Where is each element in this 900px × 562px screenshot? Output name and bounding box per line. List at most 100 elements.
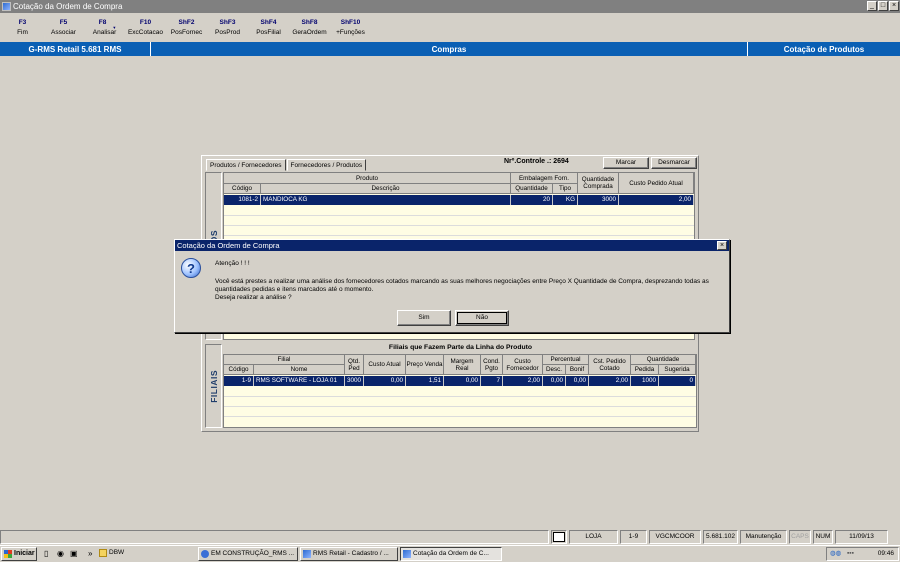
filiais-label-text: FILIAIS: [208, 369, 219, 403]
table-row[interactable]: 1-9 RMS SOFTWARE - LOJA 01 3000 0,00 1,5…: [224, 376, 696, 386]
app-icon: [303, 550, 311, 558]
fkey-shf10-funcoes[interactable]: ShF10 +Funções: [330, 13, 371, 42]
fkey-shf2-posfornec[interactable]: ShF2 PosFornec: [166, 13, 207, 42]
status-user: VGCMCOOR: [649, 530, 701, 544]
header-qtd-ped[interactable]: Qtd. Ped: [345, 355, 364, 375]
header-filial-codigo[interactable]: Código: [224, 365, 254, 375]
header-filial-nome[interactable]: Nome: [254, 365, 345, 375]
fkey-f8-analisar[interactable]: F8Analisar: [84, 13, 125, 42]
grid-line: [224, 235, 694, 236]
close-button[interactable]: ×: [889, 1, 899, 11]
fkey-f10-exccotacao[interactable]: F10 ExcCotacao: [125, 13, 166, 42]
fkey-key: ShF10: [340, 18, 361, 26]
taskbar-item-cotacao[interactable]: Cotação da Ordem de C...: [400, 547, 502, 561]
function-key-toolbar: F3 Fim F5 Associar F8Analisar F10 ExcCotaca…: [0, 13, 900, 42]
fkey-label: PosFilial: [256, 28, 281, 36]
tray-icon[interactable]: ▪▪▪: [847, 548, 854, 560]
fkey-shf3-posprod[interactable]: ShF3 PosProd: [207, 13, 248, 42]
header-custo-pedido[interactable]: Custo Pedido Atual: [619, 173, 694, 194]
fkey-f5-associar[interactable]: F5 Associar: [43, 13, 84, 42]
cell-codigo: 1081-2: [224, 195, 261, 205]
header-quantidade[interactable]: Quantidade: [511, 184, 553, 194]
maximize-button[interactable]: □: [878, 1, 888, 11]
taskbar-item-label: RMS Retail - Cadastro / ...: [313, 550, 389, 557]
tab-produtos-fornecedores[interactable]: Produtos / Fornecedores: [206, 159, 286, 171]
cell-tipo: KG: [553, 195, 578, 205]
app-icon: [403, 550, 411, 558]
document-icon: [553, 532, 565, 542]
grid-line: [224, 225, 694, 226]
header-cst-pedido[interactable]: Cst. Pedido Cotado: [589, 355, 631, 375]
quicklaunch-icon[interactable]: ▣: [70, 549, 78, 558]
fkey-label: PosFornec: [170, 28, 203, 36]
taskbar-item-label: EM CONSTRUÇÃO_RMS ...: [211, 550, 295, 557]
fkey-f3-fim[interactable]: F3 Fim: [2, 13, 43, 42]
window-controls: _ □ ×: [867, 1, 899, 11]
fkey-label: Fim: [17, 28, 28, 36]
grid-line: [224, 416, 696, 417]
folder-dbw[interactable]: DBW: [97, 547, 157, 561]
header-quantidade-group: Quantidade: [631, 355, 696, 365]
header-custo-atual[interactable]: Custo Atual: [364, 355, 406, 375]
header-descricao[interactable]: Descrição: [261, 184, 511, 194]
sim-button[interactable]: Sim: [397, 310, 451, 326]
fkey-key: F5: [59, 18, 68, 26]
header-tipo[interactable]: Tipo: [553, 184, 578, 194]
cell-quantidade: 20: [511, 195, 553, 205]
taskbar-item-rms-cadastro[interactable]: RMS Retail - Cadastro / ...: [300, 547, 398, 561]
chevron-right-icon[interactable]: »: [88, 549, 92, 558]
start-button[interactable]: Iniciar: [1, 547, 37, 561]
cell-sugerida: 0: [659, 376, 696, 386]
header-percentual-group: Percentual: [543, 355, 589, 365]
cell-desc: 0,00: [543, 376, 566, 386]
header-margem-real[interactable]: Margem Real: [444, 355, 481, 375]
dialog-atencao: Atenção ! ! !: [215, 260, 250, 267]
filiais-title: Filiais que Fazem Parte da Linha do Prod…: [388, 344, 533, 351]
quicklaunch-icon[interactable]: ▯: [44, 549, 48, 558]
status-date: 11/09/13: [835, 530, 888, 544]
dialog-message: Você está prestes a realizar uma análise…: [215, 278, 725, 302]
screen-name: Cotação de Produtos: [783, 44, 865, 54]
numero-controle: Nrº.Controle .: 2694: [504, 158, 569, 165]
cell-custo: 2,00: [619, 195, 694, 205]
browser-icon[interactable]: ◉: [57, 549, 64, 558]
fkey-shf4-posfilial[interactable]: ShF4 PosFilial: [248, 13, 289, 42]
fkey-shf8-geraordem[interactable]: ShF8 GeraOrdem: [289, 13, 330, 42]
header-desc[interactable]: Desc.: [543, 365, 566, 375]
taskbar-item-construcao[interactable]: EM CONSTRUÇÃO_RMS ...: [198, 547, 298, 561]
cell-custo-fornecedor: 2,00: [503, 376, 543, 386]
cell-cst-pedido: 2,00: [589, 376, 631, 386]
header-custo-fornecedor[interactable]: Custo Fornecedor: [503, 355, 543, 375]
header-sugerida[interactable]: Sugerida: [659, 365, 696, 375]
header-cond-pgto[interactable]: Cond. Pgto: [481, 355, 503, 375]
desmarcar-button[interactable]: Desmarcar: [651, 157, 697, 169]
fkey-key: ShF2: [178, 18, 195, 26]
header-bonif[interactable]: Bonif: [566, 365, 589, 375]
dialog-message-line2: quantidades pedidas e itens marcados até…: [215, 286, 374, 293]
cell-margem-real: 0,00: [444, 376, 481, 386]
module-name: Compras: [151, 42, 748, 56]
nao-button[interactable]: Não: [455, 310, 509, 326]
fkey-key: F10: [139, 18, 152, 26]
fkey-key: ShF8: [301, 18, 318, 26]
header-qtd-comprada[interactable]: Quantidade Comprada: [578, 173, 619, 194]
app-version-label: G-RMS Retail 5.681 RMS: [0, 42, 151, 56]
table-row[interactable]: 1081-2 MANDIOCA KG 20 KG 3000 2,00: [224, 195, 694, 205]
status-mode: Manutenção: [740, 530, 787, 544]
header-preco-venda[interactable]: Preço Venda: [406, 355, 444, 375]
module-header-bar: G-RMS Retail 5.681 RMS Compras Cotação d…: [0, 42, 900, 56]
minimize-button[interactable]: _: [867, 1, 877, 11]
app-icon: [201, 550, 209, 558]
filiais-side-label: FILIAIS: [205, 344, 222, 428]
marcar-button[interactable]: Marcar: [603, 157, 649, 169]
status-loja: LOJA: [569, 530, 618, 544]
dialog-close-button[interactable]: ×: [717, 241, 727, 250]
cell-filial-nome: RMS SOFTWARE - LOJA 01: [254, 376, 345, 386]
header-codigo[interactable]: Código: [224, 184, 261, 194]
cell-qtd-ped: 3000: [345, 376, 364, 386]
tab-fornecedores-produtos[interactable]: Fornecedores / Produtos: [286, 159, 367, 171]
header-pedida[interactable]: Pedida: [631, 365, 659, 375]
filiais-grid: Filial Qtd. Ped Custo Atual Preço Venda …: [223, 354, 697, 428]
network-icon[interactable]: ◍◍: [830, 548, 841, 560]
status-message-area: [0, 530, 549, 544]
